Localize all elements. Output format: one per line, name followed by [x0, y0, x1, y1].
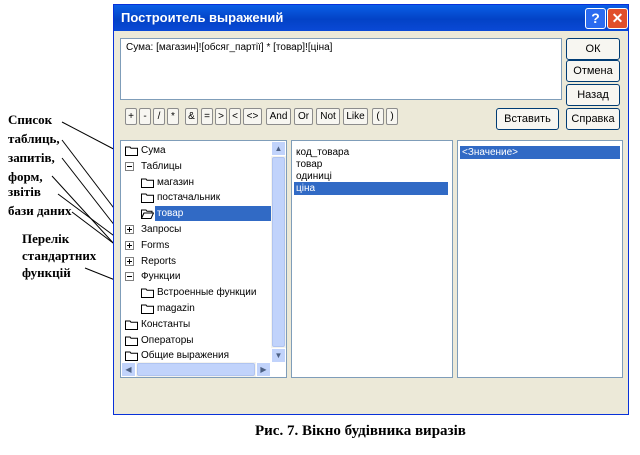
- operator-multiply-button[interactable]: *: [167, 108, 179, 125]
- tree-item[interactable]: Встроенные функции: [141, 285, 271, 300]
- expand-icon: [125, 256, 134, 271]
- annotation-line: запитів,: [8, 150, 55, 165]
- tree-item[interactable]: Forms: [125, 238, 271, 253]
- tree-item-label: Запросы: [141, 224, 182, 235]
- tree-item-label: Функции: [141, 271, 181, 283]
- expression-input[interactable]: Сума: [магазин]![обсяг_партії] * [товар]…: [120, 38, 562, 100]
- operator-or-button[interactable]: Or: [294, 108, 313, 125]
- value-list[interactable]: <Значение>: [457, 140, 623, 378]
- tree-item[interactable]: магазин: [141, 175, 271, 190]
- operator-minus-button[interactable]: -: [139, 108, 151, 125]
- expand-icon: [125, 240, 134, 255]
- insert-button[interactable]: Вставить: [496, 108, 559, 130]
- tree-item-label: Forms: [141, 239, 170, 251]
- scroll-right-icon[interactable]: ▶: [256, 362, 271, 377]
- scroll-left-icon[interactable]: ◀: [121, 362, 136, 377]
- operator-divide-button[interactable]: /: [153, 108, 165, 125]
- operator-open-paren-button[interactable]: (: [372, 108, 384, 125]
- tree-item[interactable]: Константы: [125, 317, 271, 332]
- value-item[interactable]: <Значение>: [460, 146, 620, 159]
- tree-item[interactable]: постачальник: [141, 190, 271, 205]
- cancel-button[interactable]: Отмена: [566, 60, 620, 82]
- annotation-line: Список: [8, 112, 53, 127]
- operator-not-button[interactable]: Not: [316, 108, 340, 125]
- tree-item-label: Встроенные функции: [157, 287, 257, 299]
- annotation-objects: Список таблиць, запитів, форм, звітів ба…: [8, 112, 72, 218]
- tree-item-label: Константы: [141, 318, 191, 330]
- annotation-line: функцій: [22, 265, 71, 280]
- scroll-down-icon[interactable]: ▼: [271, 348, 286, 363]
- help-icon[interactable]: ?: [585, 8, 606, 29]
- ok-button[interactable]: ОК: [566, 38, 620, 60]
- tree-item-label: Сума: [141, 145, 166, 156]
- operator-concat-button[interactable]: &: [185, 108, 198, 125]
- figure-caption: Рис. 7. Вікно будівника виразів: [255, 423, 466, 439]
- tree-item[interactable]: magazin: [141, 301, 271, 316]
- field-item[interactable]: ціна: [294, 182, 448, 195]
- tree-vertical-scrollbar[interactable]: ▲ ▼: [271, 141, 286, 363]
- operator-close-paren-button[interactable]: ): [386, 108, 398, 125]
- collapse-icon: [125, 271, 134, 286]
- annotation-line: форм,: [8, 169, 43, 184]
- window-title: Построитель выражений: [121, 10, 284, 25]
- operator-like-button[interactable]: Like: [343, 108, 368, 125]
- tree-item-label: Таблицы: [141, 160, 182, 172]
- annotation-line: Перелік: [22, 231, 70, 246]
- operator-plus-button[interactable]: +: [125, 108, 137, 125]
- scroll-thumb[interactable]: [272, 157, 285, 347]
- operator-equal-button[interactable]: =: [201, 108, 213, 125]
- tree-item[interactable]: Запросы: [125, 222, 271, 237]
- back-button[interactable]: Назад: [566, 84, 620, 106]
- tree-item-label: магазин: [157, 176, 195, 188]
- tree-item[interactable]: Операторы: [125, 333, 271, 348]
- annotation-line: бази даних: [8, 203, 72, 218]
- expand-icon: [125, 224, 134, 239]
- expression-builder-window: Построитель выражений ? ✕ Сума: [магазин…: [113, 4, 629, 415]
- title-bar: Построитель выражений ? ✕: [114, 5, 628, 31]
- annotation-line: стандартних: [22, 248, 97, 263]
- scroll-thumb[interactable]: [137, 363, 255, 376]
- annotation-functions: Перелік стандартних функцій: [22, 231, 96, 280]
- tree-item[interactable]: Сума: [125, 143, 271, 158]
- tree-item[interactable]: Reports: [125, 254, 271, 269]
- operator-and-button[interactable]: And: [266, 108, 291, 125]
- operator-less-button[interactable]: <: [229, 108, 241, 125]
- collapse-icon: [125, 161, 134, 176]
- annotation-line: таблиць,: [8, 131, 60, 146]
- tree-item[interactable]: товар: [140, 206, 271, 222]
- help-button[interactable]: Справка: [566, 108, 620, 130]
- operator-not-equal-button[interactable]: <>: [243, 108, 262, 125]
- tree-item-label: magazin: [157, 303, 195, 314]
- close-icon[interactable]: ✕: [607, 8, 628, 29]
- scroll-up-icon[interactable]: ▲: [271, 141, 286, 156]
- object-tree[interactable]: Сума Таблицы магазин постачальник товар Запро…: [120, 140, 287, 378]
- tree-item-label: Операторы: [141, 334, 194, 346]
- tree-item-label: товар: [155, 206, 271, 222]
- tree-item-label: постачальник: [157, 192, 221, 204]
- field-list[interactable]: код_товара товар одиниці ціна: [291, 140, 453, 378]
- tree-item[interactable]: Таблицы: [125, 159, 271, 174]
- operator-greater-button[interactable]: >: [215, 108, 227, 125]
- tree-horizontal-scrollbar[interactable]: ◀ ▶: [121, 362, 271, 377]
- tree-item[interactable]: Функции: [125, 269, 271, 284]
- annotation-line: звітів: [8, 184, 41, 199]
- tree-item-label: Reports: [141, 255, 177, 267]
